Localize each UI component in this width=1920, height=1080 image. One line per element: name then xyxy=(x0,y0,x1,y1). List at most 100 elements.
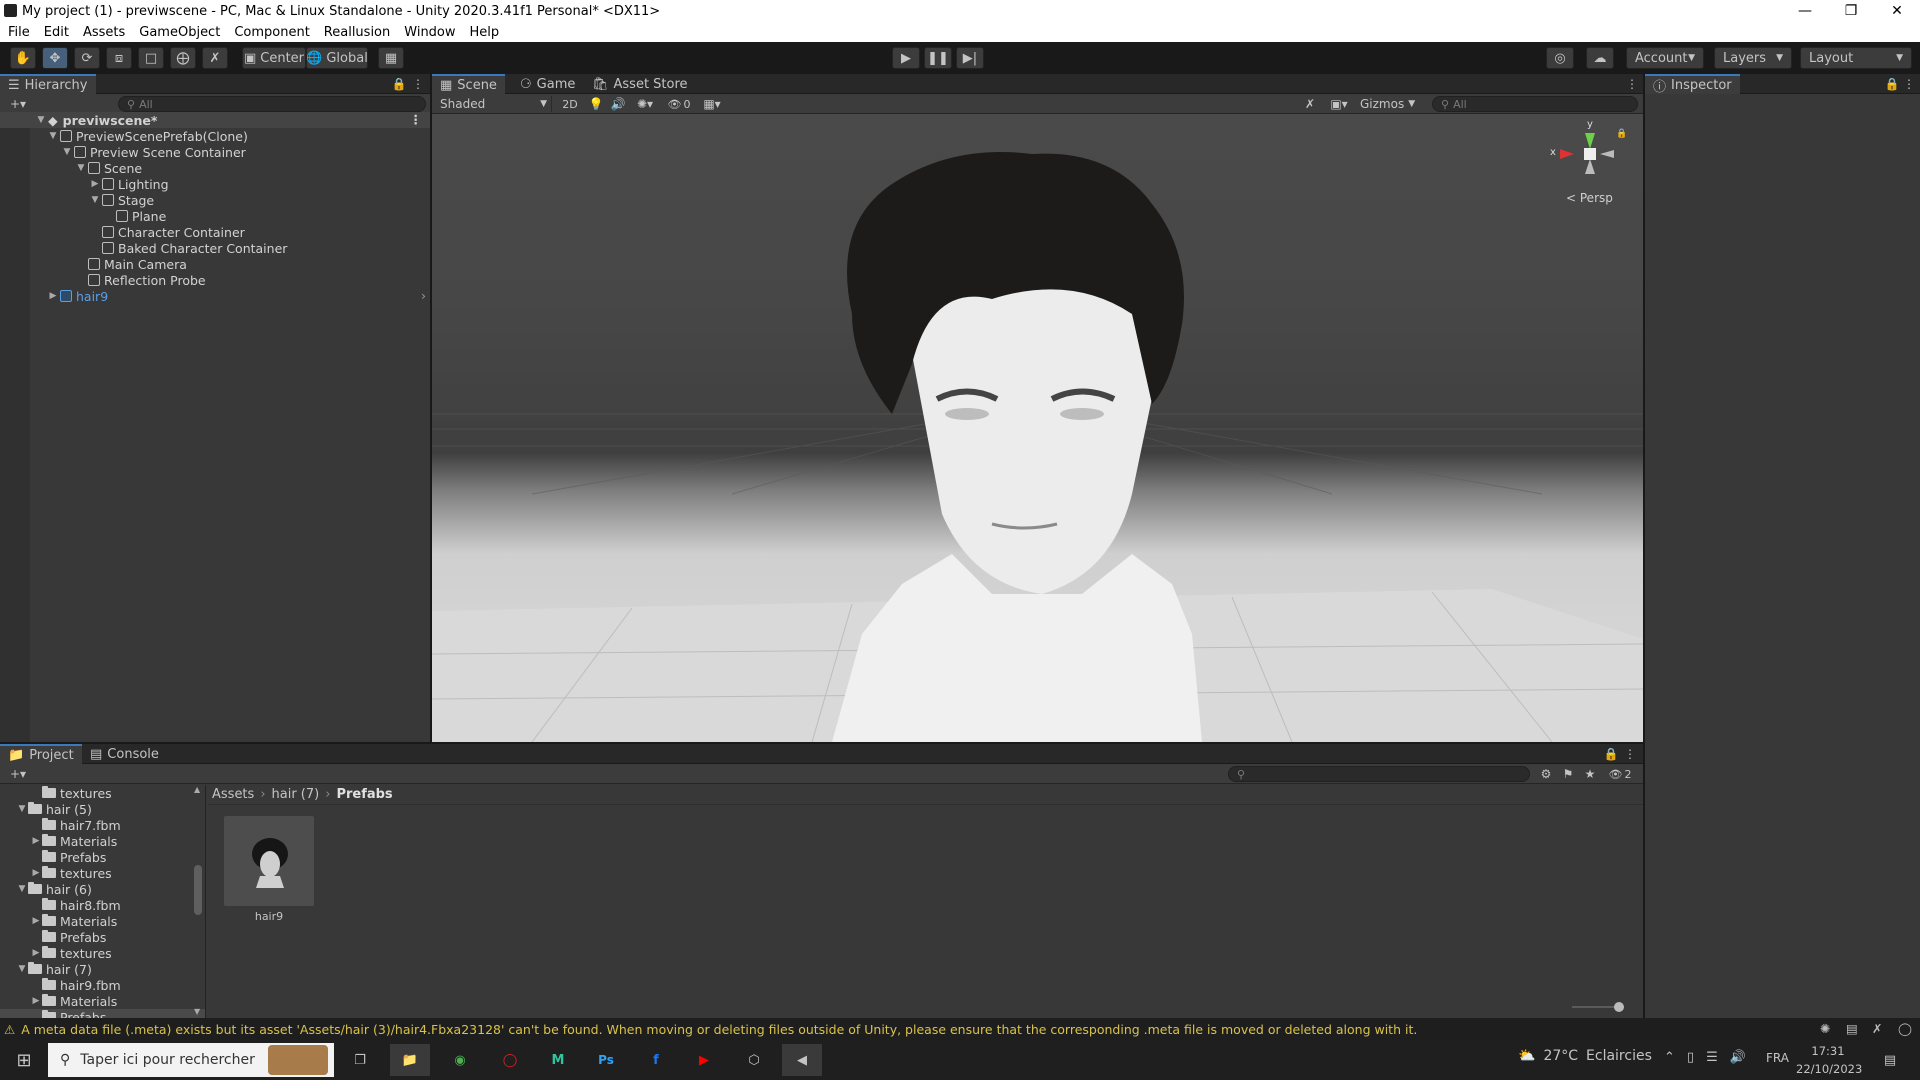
move-tool-icon[interactable]: ✥ xyxy=(42,47,68,69)
folder-tree-item[interactable]: ▶ Materials xyxy=(0,993,205,1009)
folder-tree-item[interactable]: hair9.fbm xyxy=(0,977,205,993)
scroll-down-arrow-icon[interactable]: ▼ xyxy=(194,1007,200,1016)
hierarchy-item-prefab[interactable]: ▶ hair9 › xyxy=(48,288,430,304)
scroll-up-arrow-icon[interactable]: ▲ xyxy=(194,785,200,794)
chevron-up-icon[interactable]: ⌃ xyxy=(1664,1050,1675,1065)
kebab-menu-icon[interactable]: ⋮ xyxy=(410,112,423,127)
hierarchy-item[interactable]: Baked Character Container xyxy=(90,240,287,256)
chrome-icon[interactable]: ◉ xyxy=(440,1044,480,1076)
layers-dropdown[interactable]: Layers ▼ xyxy=(1714,47,1792,69)
layout-dropdown[interactable]: Layout ▼ xyxy=(1800,47,1912,69)
custom-tool-icon[interactable]: ✗ xyxy=(202,47,228,69)
kebab-menu-icon[interactable]: ⋮ xyxy=(1903,76,1915,92)
folder-tree-item[interactable]: ▼ hair (6) xyxy=(0,881,205,897)
folder-tree-item[interactable]: hair8.fbm xyxy=(0,897,205,913)
menu-help[interactable]: Help xyxy=(462,25,506,40)
filter-by-label-icon[interactable]: ⚑ xyxy=(1558,766,1578,782)
scene-root-row[interactable]: ▼ ◆ previwscene* ⋮ xyxy=(0,112,430,128)
expand-arrow-icon[interactable]: ▼ xyxy=(48,131,58,141)
menu-assets[interactable]: Assets xyxy=(75,25,131,40)
breadcrumb-item[interactable]: hair (7) xyxy=(272,787,320,802)
weather-widget[interactable]: ⛅ 27°C Eclaircies xyxy=(1518,1048,1652,1064)
folder-tree-item[interactable]: hair7.fbm xyxy=(0,817,205,833)
grid-dropdown-icon[interactable]: ▦▾ xyxy=(696,96,728,112)
opera-icon[interactable]: ◯ xyxy=(490,1044,530,1076)
collapse-arrow-icon[interactable]: ▶ xyxy=(90,179,100,189)
auto-generate-lighting-icon[interactable]: ✗ xyxy=(1872,1021,1882,1036)
tab-console[interactable]: ▤ Console xyxy=(82,744,167,764)
restore-icon[interactable]: ❐ xyxy=(1828,0,1874,22)
project-search-input[interactable]: ⚲ xyxy=(1228,766,1530,782)
hierarchy-item[interactable]: ▼ Preview Scene Container xyxy=(62,144,246,160)
audio-toggle-icon[interactable]: 🔊 xyxy=(608,96,628,112)
youtube-icon[interactable]: ▶ xyxy=(684,1044,724,1076)
hierarchy-item[interactable]: ▶ Lighting xyxy=(90,176,169,192)
tab-hierarchy[interactable]: ☰ Hierarchy xyxy=(0,74,96,94)
photoshop-icon[interactable]: Ps xyxy=(586,1044,626,1076)
folder-tree-item[interactable]: textures xyxy=(0,785,205,801)
collab-icon[interactable]: ◎ xyxy=(1546,47,1574,69)
folder-tree-item[interactable]: ▶ textures xyxy=(0,865,205,881)
pause-button[interactable]: ❚❚ xyxy=(924,47,952,69)
folder-tree-item[interactable]: Prefabs xyxy=(0,849,205,865)
kebab-menu-icon[interactable]: ⋮ xyxy=(1624,746,1636,762)
progress-indicator-icon[interactable]: ◯ xyxy=(1898,1021,1912,1036)
collapse-arrow-icon[interactable]: ▶ xyxy=(30,836,42,846)
scene-search-input[interactable]: ⚲ All xyxy=(1432,96,1638,112)
folder-tree-item[interactable]: Prefabs xyxy=(0,929,205,945)
create-add-button[interactable]: +▾ xyxy=(4,766,32,782)
notifications-icon[interactable]: ▤ xyxy=(1870,1044,1910,1076)
expand-arrow-icon[interactable]: ▼ xyxy=(16,884,28,894)
menu-gameobject[interactable]: GameObject xyxy=(131,25,226,40)
hierarchy-item[interactable]: ▼ Stage xyxy=(90,192,155,208)
pivot-rotation-button[interactable]: 🌐 Global xyxy=(306,47,368,69)
collapse-arrow-icon[interactable]: ▶ xyxy=(30,996,42,1006)
breadcrumb-item-current[interactable]: Prefabs xyxy=(336,787,392,802)
hierarchy-search-input[interactable]: ⚲ All xyxy=(118,96,426,112)
app-m-icon[interactable]: M xyxy=(538,1044,578,1076)
menu-component[interactable]: Component xyxy=(226,25,315,40)
rotate-tool-icon[interactable]: ⟳ xyxy=(74,47,100,69)
language-indicator[interactable]: FRA xyxy=(1766,1051,1789,1065)
effects-dropdown-icon[interactable]: ✺▾ xyxy=(630,96,660,112)
icon-size-slider-handle[interactable] xyxy=(1614,1002,1624,1012)
scene-viewport[interactable]: y x 🔒 < Persp xyxy=(432,114,1643,742)
menu-window[interactable]: Window xyxy=(396,25,461,40)
minimize-icon[interactable]: — xyxy=(1782,0,1828,22)
lock-icon[interactable]: 🔒 xyxy=(392,76,407,92)
asset-tile[interactable]: hair9 xyxy=(224,816,314,924)
mode-2d-button[interactable]: 2D xyxy=(558,96,582,112)
task-view-icon[interactable]: ❐ xyxy=(340,1044,380,1076)
folder-tree-item[interactable]: ▼ hair (7) xyxy=(0,961,205,977)
hand-tool-icon[interactable]: ✋ xyxy=(10,47,36,69)
unity-hub-icon[interactable]: ⬡ xyxy=(734,1044,774,1076)
hierarchy-item[interactable]: ▼ Scene xyxy=(76,160,143,176)
folder-tree-item[interactable]: ▶ Materials xyxy=(0,833,205,849)
cloud-icon[interactable]: ☁ xyxy=(1586,47,1614,69)
projection-label[interactable]: < Persp xyxy=(1566,191,1613,205)
windows-start-icon[interactable]: ⊞ xyxy=(4,1044,44,1076)
hierarchy-item[interactable]: ▼ PreviewScenePrefab(Clone) xyxy=(48,128,248,144)
favorite-star-icon[interactable]: ★ xyxy=(1580,766,1600,782)
grid-snap-icon[interactable]: ▦ xyxy=(378,47,404,69)
folder-tree-item[interactable]: ▶ textures xyxy=(0,945,205,961)
step-button[interactable]: ▶| xyxy=(956,47,984,69)
close-icon[interactable]: ✕ xyxy=(1874,0,1920,22)
expand-arrow-icon[interactable]: ▼ xyxy=(16,804,28,814)
transform-tool-icon[interactable]: ⨁ xyxy=(170,47,196,69)
rect-tool-icon[interactable]: □ xyxy=(138,47,164,69)
hierarchy-item[interactable]: Character Container xyxy=(90,224,245,240)
status-bar[interactable]: ⚠ A meta data file (.meta) exists but it… xyxy=(0,1018,1920,1040)
taskbar-search-input[interactable]: ⚲ Taper ici pour rechercher xyxy=(48,1043,334,1077)
pivot-mode-button[interactable]: ▣ Center xyxy=(242,47,306,69)
scale-tool-icon[interactable]: ⧈ xyxy=(106,47,132,69)
filter-by-type-icon[interactable]: ⚙ xyxy=(1536,766,1556,782)
kebab-menu-icon[interactable]: ⋮ xyxy=(412,76,424,92)
collapse-arrow-icon[interactable]: ▶ xyxy=(30,948,42,958)
chevron-right-icon[interactable]: › xyxy=(421,288,426,303)
wifi-icon[interactable]: ☰ xyxy=(1706,1050,1718,1065)
tab-inspector[interactable]: ⓘ Inspector xyxy=(1645,74,1740,95)
volume-icon[interactable]: 🔊 xyxy=(1730,1050,1746,1065)
expand-arrow-icon[interactable]: ▼ xyxy=(62,147,72,157)
folder-tree-item[interactable]: ▼ hair (5) xyxy=(0,801,205,817)
